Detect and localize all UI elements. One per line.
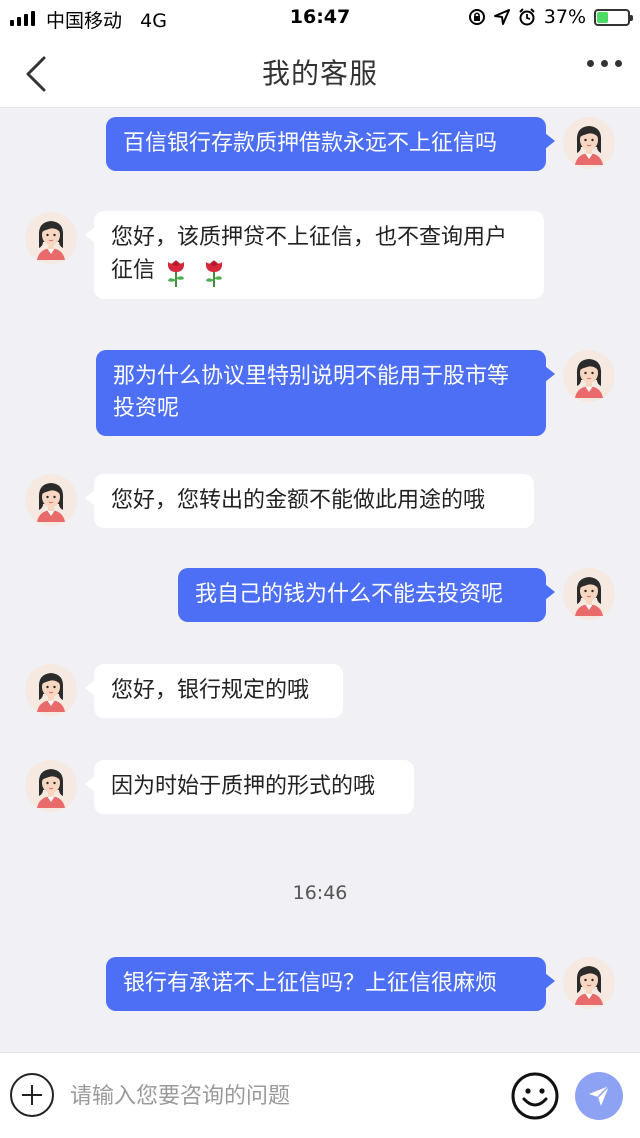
chat-timestamp: 16:46: [292, 882, 348, 904]
user-avatar[interactable]: [563, 957, 615, 1009]
agent-message: 您好，该质押贷不上征信，也不查询用户征信: [85, 211, 544, 299]
user-message: 百信银行存款质押借款永远不上征信吗: [106, 117, 555, 171]
send-button[interactable]: [575, 1072, 623, 1120]
message-text: 我自己的钱为什么不能去投资呢: [195, 582, 504, 607]
location-icon: [493, 9, 510, 25]
user-avatar[interactable]: [563, 568, 615, 620]
rose-icon: [159, 254, 193, 288]
message-text: 银行有承诺不上征信吗？上征信很麻烦: [123, 971, 498, 996]
status-right-icons: 37%: [468, 6, 633, 28]
agent-avatar[interactable]: [25, 760, 77, 812]
page-title: 我的客服: [261, 56, 378, 90]
input-bar: [0, 1052, 640, 1138]
message-text: 您好，您转出的金额不能做此用途的哦: [111, 488, 486, 513]
rotation-lock-icon: [468, 9, 485, 25]
agent-avatar[interactable]: [25, 212, 77, 264]
message-text: 那为什么协议里特别说明不能用于股市等投资呢: [113, 364, 510, 421]
status-bar: 中国移动 4G 16:47 37%: [0, 0, 640, 36]
agent-avatar[interactable]: [25, 664, 77, 716]
send-icon: [589, 1085, 610, 1106]
more-icon[interactable]: [587, 60, 622, 67]
rose-icon: [197, 254, 231, 288]
agent-message: 因为时始于质押的形式的哦: [85, 760, 414, 814]
message-input[interactable]: [70, 1075, 490, 1117]
battery-icon: [594, 8, 633, 26]
agent-avatar[interactable]: [25, 474, 77, 526]
user-avatar[interactable]: [563, 350, 615, 402]
back-icon[interactable]: [18, 54, 58, 94]
message-text: 因为时始于质押的形式的哦: [111, 774, 376, 799]
emoji-icon[interactable]: [510, 1071, 560, 1121]
alarm-icon: [519, 8, 535, 26]
nav-bar: 我的客服: [0, 36, 640, 108]
plus-icon[interactable]: [10, 1073, 54, 1117]
agent-message: 您好，您转出的金额不能做此用途的哦: [85, 474, 534, 528]
agent-message: 您好，银行规定的哦: [85, 664, 343, 718]
user-avatar[interactable]: [563, 117, 615, 169]
user-message: 那为什么协议里特别说明不能用于股市等投资呢: [96, 350, 555, 436]
user-message: 银行有承诺不上征信吗？上征信很麻烦: [106, 957, 555, 1011]
user-message: 我自己的钱为什么不能去投资呢: [178, 568, 555, 622]
message-text: 百信银行存款质押借款永远不上征信吗: [123, 131, 498, 156]
chat-area[interactable]: 百信银行存款质押借款永远不上征信吗 您好，该质押贷不上征信，也不查询用户征信 那…: [0, 108, 640, 1052]
battery-percent: 37%: [543, 6, 586, 28]
message-text: 您好，银行规定的哦: [111, 678, 310, 703]
